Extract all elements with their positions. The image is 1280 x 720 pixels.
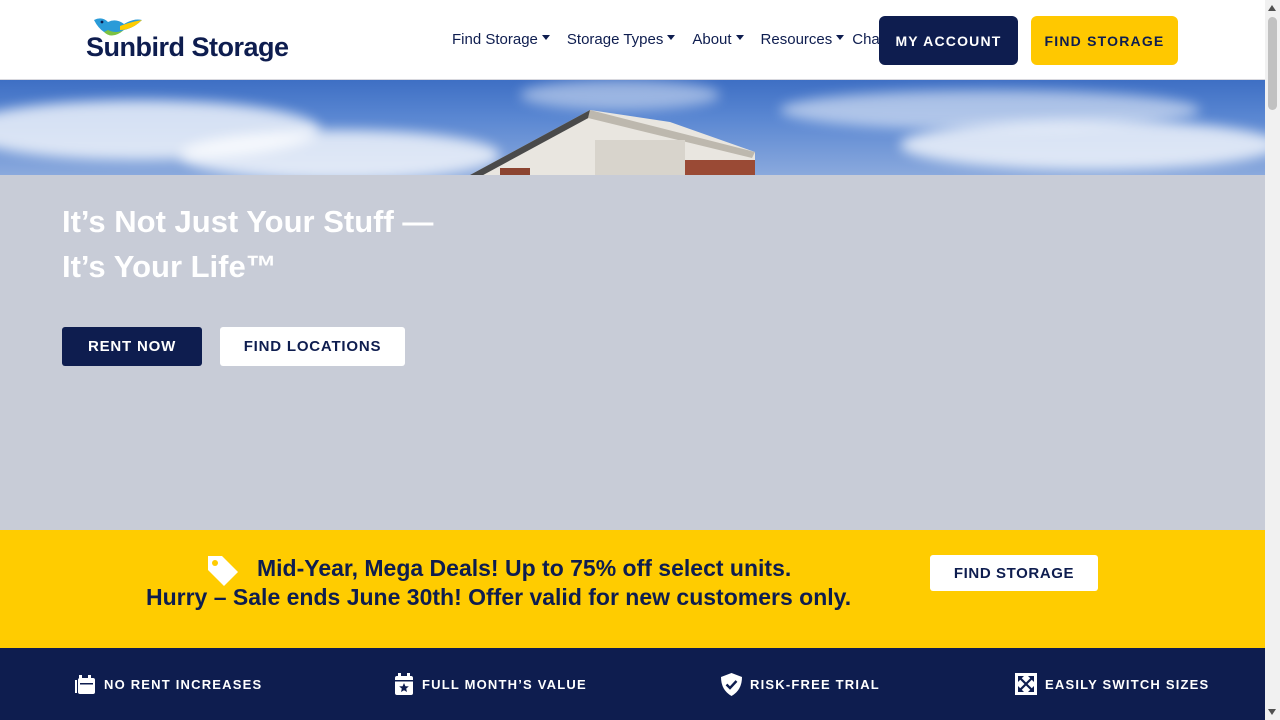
- feature-label: FULL MONTH’S VALUE: [422, 676, 587, 692]
- promo-subline: Hurry – Sale ends June 30th! Offer valid…: [146, 584, 852, 610]
- find-locations-button[interactable]: FIND LOCATIONS: [220, 327, 405, 366]
- caret-down-icon: [541, 35, 550, 40]
- site-header: Sunbird Storage Find Storage Storage Typ…: [0, 0, 1265, 80]
- hero-section: It’s Not Just Your Stuff — It’s Your Lif…: [0, 175, 1265, 530]
- find-storage-button[interactable]: FIND STORAGE: [1031, 16, 1178, 65]
- price-tag-icon: [208, 556, 238, 586]
- nav-item-label: Find Storage: [452, 31, 538, 48]
- nav-item-label: Storage Types: [566, 31, 664, 48]
- feature-label: RISK-FREE TRIAL: [750, 677, 880, 692]
- calendar-star-icon: [395, 673, 413, 695]
- feature-risk-free-trial: RISK-FREE TRIAL: [721, 673, 880, 696]
- features-bar: NO RENT INCREASES FULL MONTH’S VALUE RIS…: [0, 648, 1265, 720]
- nav-find-storage[interactable]: Find Storage: [452, 31, 550, 48]
- promo-headline: Mid-Year, Mega Deals! Up to 75% off sele…: [257, 555, 792, 581]
- promo-banner: Mid-Year, Mega Deals! Up to 75% off sele…: [0, 530, 1265, 648]
- nav-item-label: Resources: [760, 31, 833, 48]
- feature-label: NO RENT INCREASES: [104, 676, 263, 692]
- scroll-down-icon[interactable]: [1268, 709, 1276, 715]
- promo-find-storage-button[interactable]: FIND STORAGE: [930, 555, 1098, 591]
- logo[interactable]: Sunbird Storage: [86, 14, 296, 66]
- my-account-button[interactable]: MY ACCOUNT: [879, 16, 1018, 65]
- caret-down-icon: [735, 35, 744, 40]
- feature-easily-switch-sizes: EASILY SWITCH SIZES: [1015, 673, 1209, 695]
- building-image: [470, 110, 755, 175]
- hero-title-line1: It’s Not Just Your Stuff —: [62, 204, 434, 239]
- nav-about[interactable]: About: [692, 31, 744, 48]
- rent-now-button[interactable]: RENT NOW: [62, 327, 202, 366]
- page-scrollbar[interactable]: [1265, 0, 1280, 720]
- brand-name: Sunbird Storage: [86, 32, 289, 62]
- nav-item-label: About: [692, 31, 732, 48]
- feature-no-rent-increases: NO RENT INCREASES: [74, 673, 262, 695]
- caret-down-icon: [667, 35, 676, 40]
- shield-check-icon: [721, 673, 742, 696]
- nav-resources[interactable]: Resources: [761, 31, 845, 48]
- feature-label: EASILY SWITCH SIZES: [1045, 676, 1210, 692]
- scroll-up-icon[interactable]: [1268, 5, 1276, 11]
- feature-full-months-value: FULL MONTH’S VALUE: [394, 673, 587, 695]
- arrows-expand-icon: [1015, 673, 1037, 695]
- hero-image: [0, 80, 1265, 175]
- scroll-thumb[interactable]: [1268, 17, 1277, 110]
- nav-storage-types[interactable]: Storage Types: [566, 31, 676, 48]
- hero-title: It’s Not Just Your Stuff — It’s Your Lif…: [62, 199, 433, 289]
- main-nav: Find Storage Storage Types About Resourc…: [452, 31, 901, 48]
- calendar-stack-icon: [75, 675, 95, 694]
- hero-title-line2: It’s Your Life™: [62, 249, 277, 284]
- caret-down-icon: [836, 35, 845, 40]
